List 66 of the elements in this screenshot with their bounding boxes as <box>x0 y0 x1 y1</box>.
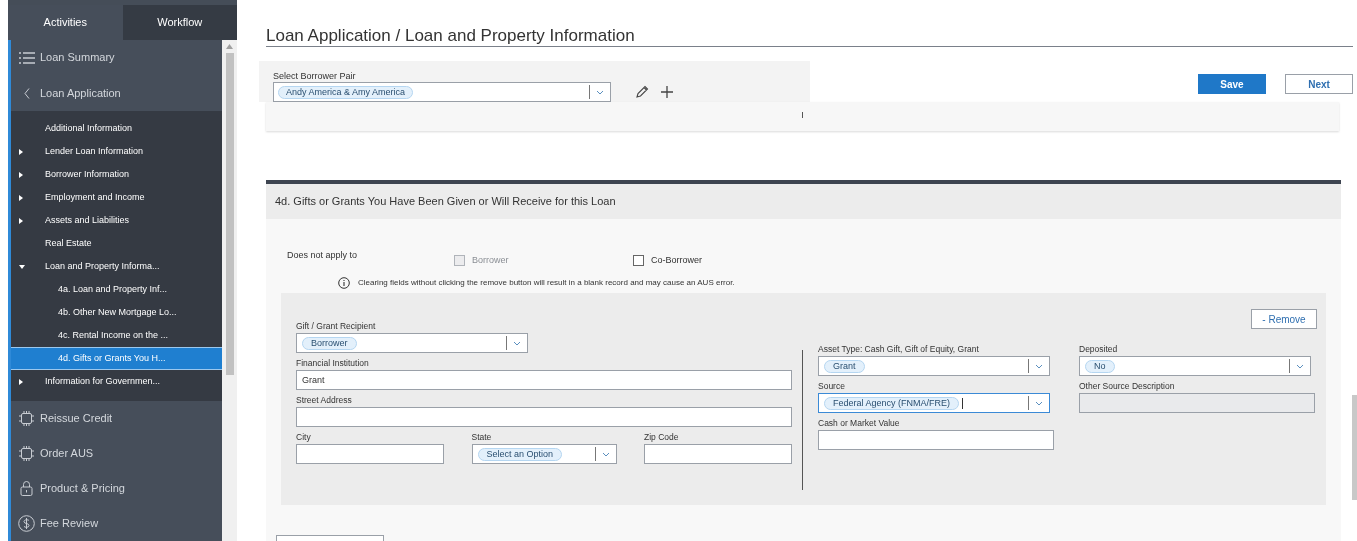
notice-text: Clearing fields without clicking the remove button will result in a blank record and may cause an AUS error. <box>358 277 735 289</box>
scrollbar-thumb[interactable] <box>225 53 234 375</box>
chevron-down-icon[interactable] <box>1035 363 1043 369</box>
input-field[interactable] <box>296 407 792 427</box>
input-field[interactable] <box>644 444 792 464</box>
field-label: Does not apply to <box>286 249 359 262</box>
input-field[interactable] <box>296 444 444 464</box>
chevron-down-icon[interactable] <box>513 340 521 346</box>
field-label: Other Source Description <box>1079 380 1176 393</box>
next-button[interactable]: Next <box>1285 74 1353 94</box>
checkbox-label: Borrower <box>472 254 509 267</box>
select-field[interactable]: Federal Agency (FNMA/FRE) <box>818 393 1050 413</box>
chip-icon <box>19 411 34 426</box>
borrower-pair-select[interactable]: Andy America & Amy America <box>273 82 611 102</box>
caret-right-icon[interactable] <box>19 217 23 224</box>
scrollbar[interactable] <box>222 40 237 541</box>
lock-icon <box>20 481 33 496</box>
select-field[interactable]: No <box>1079 356 1311 376</box>
chevron-down-icon[interactable] <box>1035 400 1043 406</box>
caret-right-icon[interactable] <box>19 171 23 178</box>
chevron-down-icon[interactable] <box>596 89 604 95</box>
caret-down-icon[interactable] <box>19 264 25 269</box>
sidebar-item[interactable]: 4d. Gifts or Grants You H... <box>11 347 222 370</box>
save-button[interactable]: Save <box>1198 74 1266 94</box>
field-label: Source <box>818 380 846 393</box>
select-field[interactable]: Borrower <box>296 333 528 353</box>
caret-right-icon[interactable] <box>19 148 23 155</box>
caret-right-icon[interactable] <box>19 378 23 385</box>
remove-button[interactable]: - Remove <box>1251 309 1317 329</box>
info-icon <box>338 277 350 289</box>
plus-icon[interactable] <box>661 86 673 98</box>
selected-value-chip: Borrower <box>302 336 357 350</box>
scroll-up-icon[interactable] <box>226 44 233 49</box>
caret-right-icon[interactable] <box>19 194 23 201</box>
input-field[interactable] <box>818 430 1054 450</box>
field-label: Select Borrower Pair <box>273 71 357 82</box>
field-label: Deposited <box>1079 343 1119 356</box>
selected-value-chip: No <box>1085 359 1115 373</box>
chevron-down-icon[interactable] <box>1296 363 1304 369</box>
scrollbar-thumb[interactable] <box>1352 395 1357 500</box>
field-label: Street Address <box>296 394 353 407</box>
selected-value-chip: Andy America & Amy America <box>278 85 414 99</box>
field-label: State <box>471 431 493 444</box>
selected-value-chip: Federal Agency (FNMA/FRE) <box>824 396 960 410</box>
field-label: City <box>296 431 312 444</box>
checkbox[interactable] <box>633 255 644 267</box>
field-label: Financial Institution <box>296 357 370 370</box>
checkbox-label: Co-Borrower <box>651 254 702 267</box>
field-label: Gift / Grant Recipient <box>296 320 377 333</box>
chip-icon <box>19 446 34 461</box>
dollar-icon <box>18 515 35 532</box>
pencil-icon[interactable] <box>635 85 649 99</box>
list-icon <box>18 51 35 64</box>
selected-value-chip: Select an Option <box>477 447 563 461</box>
input-field[interactable]: Grant <box>296 370 792 390</box>
sidebar-tab[interactable]: Workflow <box>122 5 237 40</box>
field-label: Zip Code <box>644 431 680 444</box>
select-field[interactable]: Grant <box>818 356 1050 376</box>
selected-value-chip: Grant <box>824 359 865 373</box>
field-label: Cash or Market Value <box>818 417 901 430</box>
chevron-left-icon[interactable] <box>23 87 30 99</box>
select-field[interactable]: Select an Option <box>471 444 617 464</box>
chevron-down-icon[interactable] <box>601 451 610 457</box>
field-label: Asset Type: Cash Gift, Gift of Equity, Grant <box>818 343 980 356</box>
page-title: Loan Application / Loan and Property Information <box>266 26 636 46</box>
section-title: 4d. Gifts or Grants You Have Been Given or Will Receive for this Loan <box>275 194 616 210</box>
